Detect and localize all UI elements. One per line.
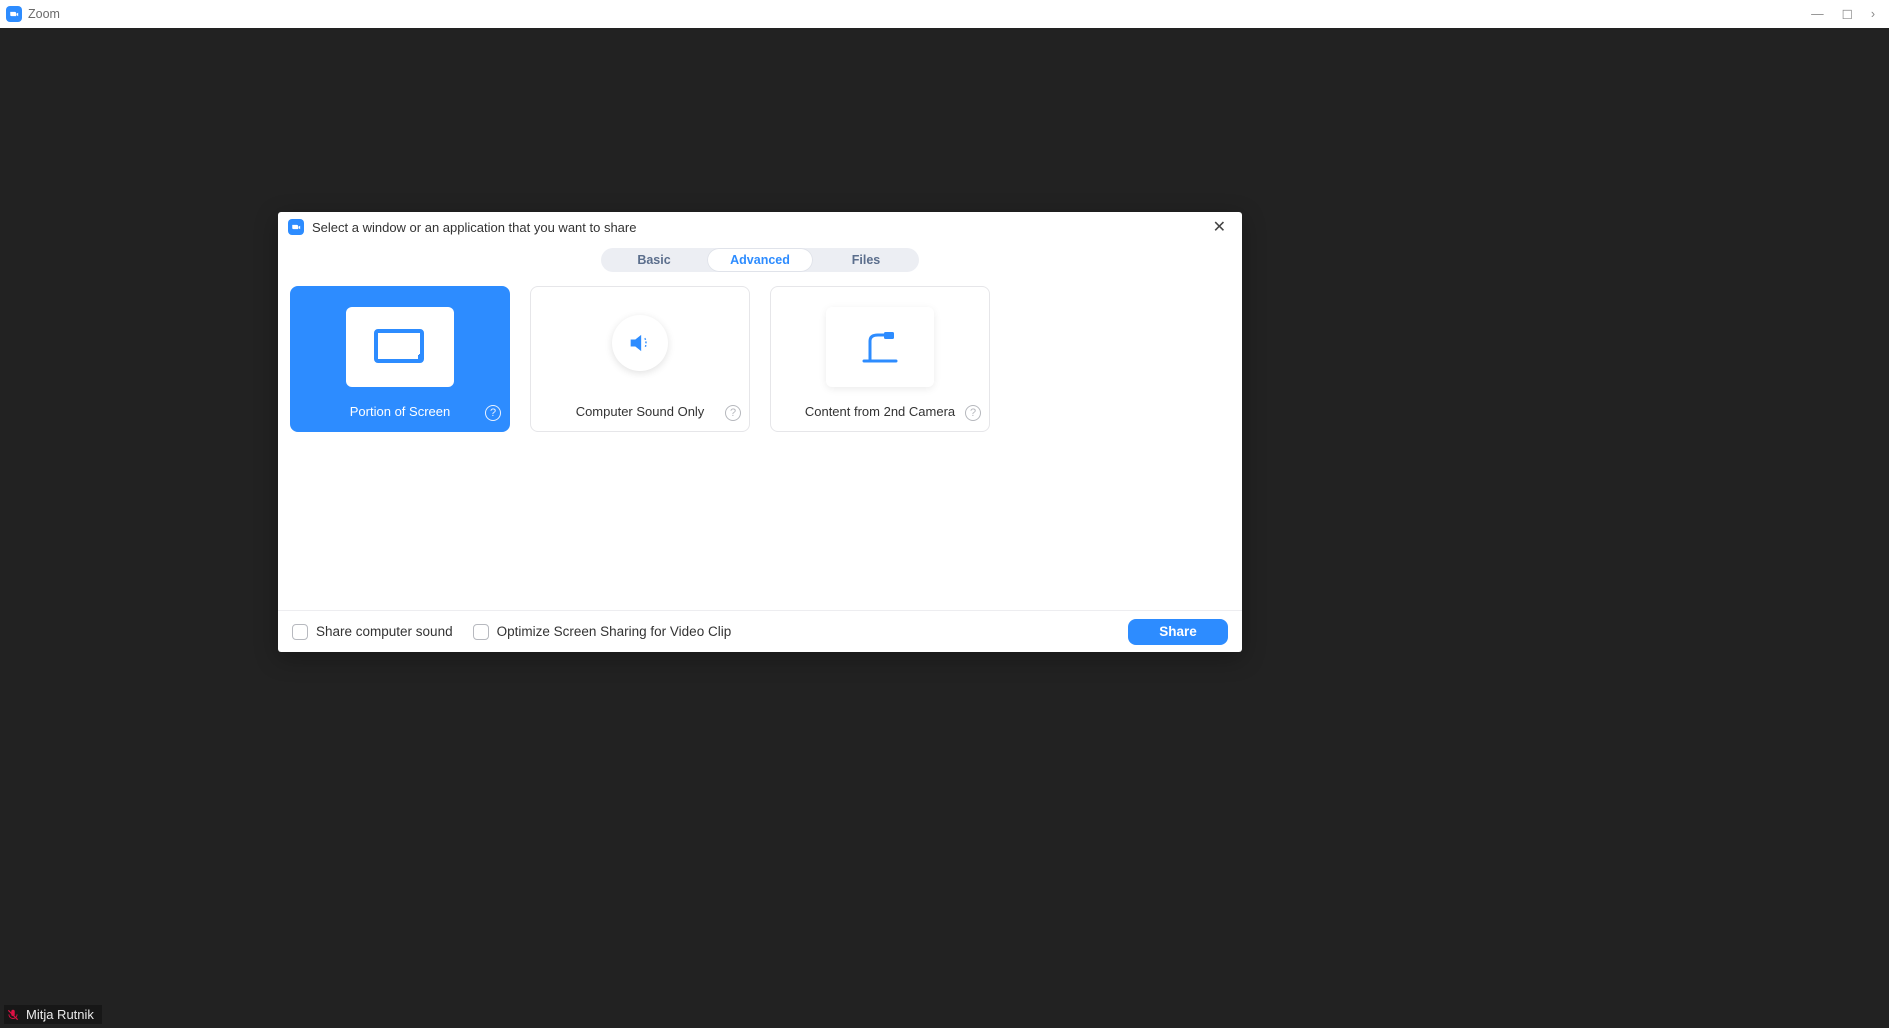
portion-thumbnail <box>346 307 454 387</box>
dialog-header: Select a window or an application that y… <box>278 212 1242 242</box>
window-titlebar: Zoom — ☐ › <box>0 0 1889 28</box>
maximize-button[interactable]: ☐ <box>1842 7 1853 22</box>
option-label: Portion of Screen <box>291 404 509 419</box>
dialog-footer: Share computer sound Optimize Screen Sha… <box>278 610 1242 652</box>
tab-basic[interactable]: Basic <box>601 248 707 272</box>
checkbox-share-computer-sound[interactable]: Share computer sound <box>292 624 453 640</box>
checkbox-label: Share computer sound <box>316 624 453 639</box>
help-icon[interactable]: ? <box>485 405 501 421</box>
option-portion-of-screen[interactable]: Portion of Screen ? <box>290 286 510 432</box>
participant-name: Mitja Rutnik <box>26 1007 94 1022</box>
help-icon[interactable]: ? <box>725 405 741 421</box>
checkbox-box <box>292 624 308 640</box>
option-label: Content from 2nd Camera <box>771 404 989 419</box>
option-computer-sound-only[interactable]: Computer Sound Only ? <box>530 286 750 432</box>
screen-portion-icon <box>374 327 426 367</box>
checkbox-label: Optimize Screen Sharing for Video Clip <box>497 624 732 639</box>
document-camera-icon <box>856 327 904 367</box>
minimize-button[interactable]: — <box>1811 7 1824 22</box>
tab-advanced[interactable]: Advanced <box>707 248 813 272</box>
share-tabs: Basic Advanced Files <box>601 248 919 272</box>
camera-thumbnail <box>826 307 934 387</box>
zoom-app-icon <box>288 219 304 235</box>
option-second-camera[interactable]: Content from 2nd Camera ? <box>770 286 990 432</box>
share-screen-dialog: Select a window or an application that y… <box>278 212 1242 652</box>
zoom-app-icon <box>6 6 22 22</box>
dialog-title: Select a window or an application that y… <box>312 220 636 235</box>
tab-files[interactable]: Files <box>813 248 919 272</box>
share-button[interactable]: Share <box>1128 619 1228 645</box>
meeting-stage: Select a window or an application that y… <box>0 28 1889 1028</box>
muted-mic-icon <box>6 1008 20 1022</box>
window-controls: — ☐ › <box>1811 7 1883 22</box>
participant-label: Mitja Rutnik <box>4 1005 102 1024</box>
sound-thumbnail <box>612 315 668 371</box>
checkbox-box <box>473 624 489 640</box>
close-icon[interactable]: ✕ <box>1207 215 1232 239</box>
share-options: Portion of Screen ? Computer Sound Only … <box>280 286 1242 432</box>
option-label: Computer Sound Only <box>531 404 749 419</box>
help-icon[interactable]: ? <box>965 405 981 421</box>
checkbox-optimize-video-clip[interactable]: Optimize Screen Sharing for Video Clip <box>473 624 732 640</box>
overflow-button[interactable]: › <box>1871 7 1875 22</box>
window-title: Zoom <box>28 7 60 21</box>
speaker-icon <box>626 329 654 357</box>
